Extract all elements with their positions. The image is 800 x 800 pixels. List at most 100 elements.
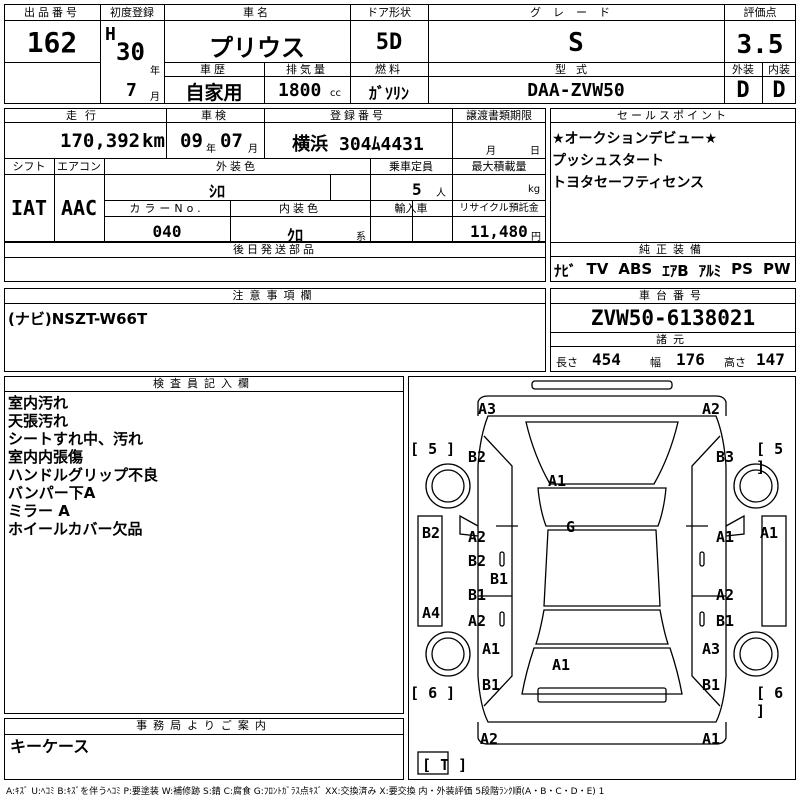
damage-mark: A1 bbox=[760, 524, 779, 542]
tire-rr-label: [ 6 ] bbox=[756, 684, 784, 720]
model: DAA-ZVW50 bbox=[527, 80, 625, 101]
equipment-item: PW bbox=[762, 260, 791, 278]
shift-label: シフト bbox=[12, 160, 46, 173]
max-load-label: 最大積載量 bbox=[471, 160, 527, 173]
damage-mark: A4 bbox=[422, 604, 441, 622]
notes-text: (ナビ)NSZT-W66T bbox=[8, 310, 148, 328]
damage-mark: A3 bbox=[702, 640, 721, 658]
car-name: プリウス bbox=[209, 34, 305, 62]
tire-rl-label: [ 6 ] bbox=[410, 684, 456, 702]
model-label: 型式 bbox=[555, 63, 597, 76]
tire-fr-label: [ 5 ] bbox=[756, 440, 784, 476]
score: 3.5 bbox=[736, 30, 784, 60]
interior-grade: D bbox=[772, 78, 786, 103]
equipment-item: ｱﾙﾐ bbox=[698, 262, 722, 280]
inspector-line: ハンドルグリップ不良 bbox=[8, 466, 159, 484]
inspector-notes: 室内汚れ 天張汚れ シートすれ中、汚れ 室内内張傷 ハンドルグリップ不良 バンパ… bbox=[8, 394, 158, 538]
tire-front-left-inner bbox=[431, 469, 465, 503]
chassis-label: 車台番号 bbox=[639, 289, 707, 302]
height-label: 高さ bbox=[724, 356, 746, 369]
ext-color-label: 外装色 bbox=[216, 160, 258, 173]
office-label: 事務局よりご案内 bbox=[136, 719, 272, 732]
ac: AAC bbox=[60, 196, 98, 220]
damage-mark: A1 bbox=[482, 640, 501, 658]
damage-mark: G bbox=[566, 518, 576, 536]
damage-mark: B2 bbox=[422, 524, 441, 542]
equipment-item: ABS bbox=[618, 260, 653, 278]
ac-label: エアコン bbox=[57, 160, 101, 173]
roof-outline bbox=[543, 529, 661, 607]
sales-point: ★オークションデビュー★ bbox=[552, 131, 718, 147]
width: 176 bbox=[676, 350, 705, 369]
damage-mark: B1 bbox=[702, 676, 721, 694]
displacement-unit: cc bbox=[330, 88, 341, 99]
reg-month-unit: 月 bbox=[150, 92, 160, 103]
inspection-year-unit: 年 bbox=[206, 144, 216, 155]
equipment-list: ﾅﾋﾞ TV ABS ｴｱB ｱﾙﾐ PS PW bbox=[554, 260, 791, 281]
inspector-line: ホイールカバー欠品 bbox=[8, 520, 143, 538]
score-label: 評価点 bbox=[743, 6, 777, 19]
max-load-unit: kg bbox=[528, 184, 541, 195]
office-text: キーケース bbox=[10, 737, 90, 756]
notes-label: 注意事項欄 bbox=[232, 289, 318, 302]
shift: IAT bbox=[10, 196, 48, 220]
damage-mark: A2 bbox=[480, 730, 499, 748]
windshield-outline bbox=[537, 487, 667, 527]
exterior-grade: D bbox=[736, 78, 750, 103]
length-label: 長さ bbox=[556, 356, 578, 369]
trunk-outline bbox=[521, 647, 683, 695]
transfer-label: 譲渡書類期限 bbox=[466, 109, 532, 122]
height: 147 bbox=[756, 350, 785, 369]
damage-mark: B1 bbox=[490, 570, 509, 588]
inspector-line: バンパー下A bbox=[8, 484, 96, 502]
damage-mark: A2 bbox=[716, 586, 735, 604]
mileage-unit: km bbox=[142, 130, 165, 152]
inspection-month-unit: 月 bbox=[248, 144, 258, 155]
sales-point: トヨタセーフティセンス bbox=[552, 175, 705, 191]
interior-label: 内装 bbox=[768, 63, 790, 76]
inspection-year: 09 bbox=[180, 130, 203, 152]
history-label: 車歴 bbox=[200, 63, 228, 76]
equipment-item: ﾅﾋﾞ bbox=[554, 262, 577, 280]
rear-glass-outline bbox=[535, 609, 669, 645]
tire-fl-label: [ 5 ] bbox=[410, 440, 456, 458]
era: H bbox=[105, 24, 116, 45]
first-reg-label: 初度登録 bbox=[110, 6, 154, 19]
sales-point: プッシュスタート bbox=[552, 153, 664, 169]
recycle: 11,480 bbox=[470, 222, 528, 241]
damage-mark: B1 bbox=[482, 676, 501, 694]
lot-number: 162 bbox=[26, 26, 78, 59]
reg-year: 30 bbox=[116, 38, 145, 66]
body-outline bbox=[477, 415, 727, 723]
mileage-label: 走行 bbox=[66, 109, 104, 122]
transfer-day-unit: 日 bbox=[530, 146, 540, 157]
right-handle-rear bbox=[699, 611, 705, 627]
chassis-number: ZVW50-6138021 bbox=[590, 306, 756, 330]
inspector-line: 室内内張傷 bbox=[8, 448, 84, 466]
tire-rear-left-inner bbox=[431, 637, 465, 671]
reg-year-unit: 年 bbox=[150, 66, 160, 77]
car-diagram bbox=[417, 380, 787, 775]
inspection-month: 07 bbox=[220, 130, 243, 152]
mileage: 170,392 bbox=[60, 130, 141, 152]
door-label: ドア形状 bbox=[367, 6, 411, 19]
legend: A:ｷｽﾞ U:ﾍｺﾐ B:ｷｽﾞを伴うﾍｺﾐ P:要塗装 W:補修跡 S:錆 … bbox=[6, 787, 605, 797]
damage-mark: A1 bbox=[552, 656, 571, 674]
recycle-label: リサイクル預託金 bbox=[459, 203, 539, 214]
sales-label: セールスポイント bbox=[617, 109, 729, 122]
door: 5D bbox=[375, 30, 403, 55]
inspection-label: 車検 bbox=[201, 109, 229, 122]
damage-mark: B1 bbox=[468, 586, 487, 604]
damage-mark: A2 bbox=[468, 612, 487, 630]
damage-mark: A2 bbox=[468, 528, 487, 546]
damage-mark: A1 bbox=[716, 528, 735, 546]
lot-label: 出品番号 bbox=[24, 6, 80, 19]
reg-no: 横浜 304ﾑ4431 bbox=[292, 134, 424, 155]
damage-mark: B3 bbox=[716, 448, 735, 466]
damage-mark: B1 bbox=[716, 612, 735, 630]
grade: S bbox=[568, 28, 584, 58]
equipment-item: PS bbox=[731, 260, 753, 278]
int-color-unit: 系 bbox=[356, 232, 366, 243]
transfer-month-unit: 月 bbox=[486, 146, 496, 157]
history: 自家用 bbox=[185, 82, 243, 104]
